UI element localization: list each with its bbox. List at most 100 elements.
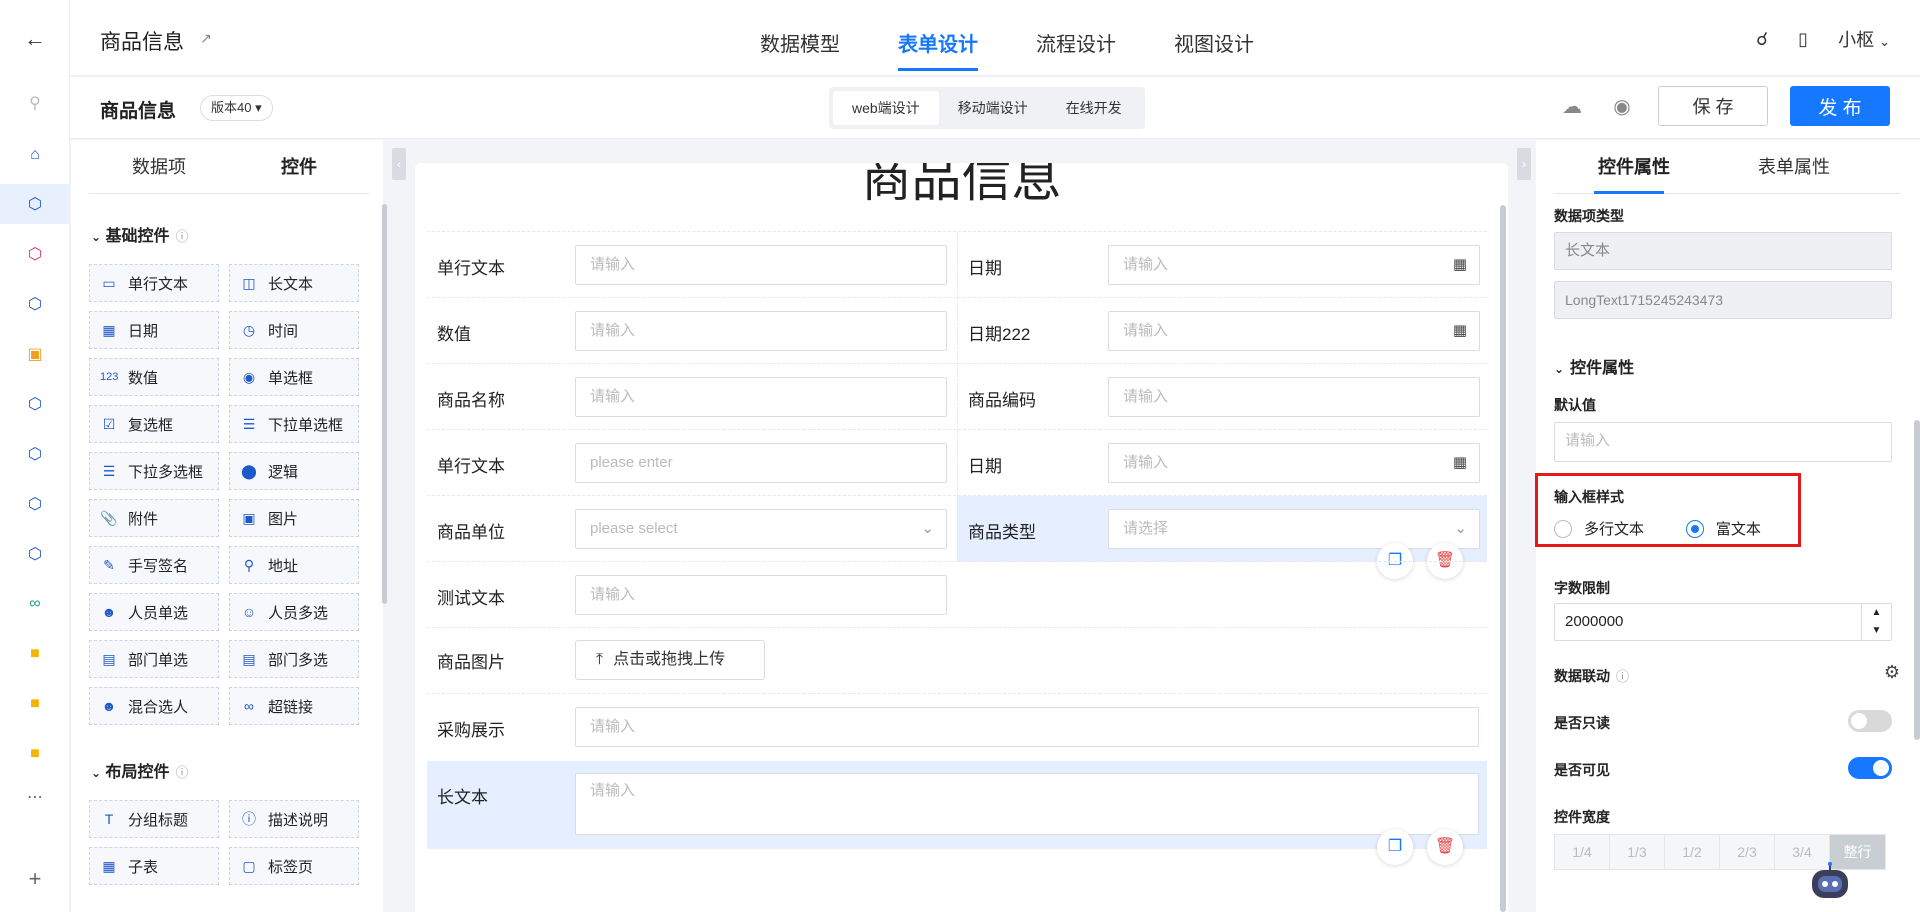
control-location[interactable]: ⚲ 地址	[229, 546, 359, 584]
user-menu[interactable]: 小枢 ⌄	[1838, 26, 1890, 52]
save-button[interactable]: 保 存	[1658, 86, 1768, 126]
add-icon[interactable]: +	[22, 866, 48, 892]
collapse-left-icon[interactable]: ‹	[392, 148, 406, 180]
version-select[interactable]: 版本40 ▾	[200, 95, 273, 121]
date-input[interactable]: 请输入 ▦	[1108, 311, 1480, 351]
field-input[interactable]: 请输入	[575, 311, 947, 351]
field-cell[interactable]: 日期 请输入 ▦	[957, 430, 1487, 496]
control-radio[interactable]: ◉ 单选框	[229, 358, 359, 396]
more-icon[interactable]: ⋯	[22, 784, 48, 810]
section-header[interactable]: ⌄ 控件属性	[1554, 354, 1634, 378]
tab-form-design[interactable]: 表单设计	[898, 0, 978, 76]
eye-icon[interactable]: ◉	[1608, 94, 1636, 119]
control-calendar[interactable]: ▦ 日期	[89, 311, 219, 349]
tab-form-props[interactable]: 表单属性	[1714, 140, 1874, 193]
field-cell[interactable]: 单行文本 请输入	[427, 232, 957, 298]
tab-data-items[interactable]: 数据项	[89, 140, 229, 193]
field-input[interactable]: 请输入	[575, 245, 947, 285]
control-tabs[interactable]: ▢ 标签页	[229, 847, 359, 885]
cube-icon[interactable]: ⬡	[22, 541, 48, 567]
decrement-icon[interactable]: ▼	[1862, 622, 1891, 640]
assistant-robot-icon[interactable]	[1808, 862, 1852, 902]
control-user-single[interactable]: ☻ 人员单选	[89, 593, 219, 631]
field-cell[interactable]: 商品名称 请输入	[427, 364, 957, 430]
control-image[interactable]: ▣ 图片	[229, 499, 359, 537]
left-panel-scrollbar[interactable]	[382, 204, 387, 604]
control-attachment[interactable]: 📎 附件	[89, 499, 219, 537]
canvas-scrollbar[interactable]	[1500, 205, 1506, 912]
width-option[interactable]: 1/2	[1665, 835, 1720, 869]
gear-icon[interactable]: ⚙	[1884, 662, 1900, 683]
control-table[interactable]: ▦ 子表	[89, 847, 219, 885]
tab-flow-design[interactable]: 流程设计	[1036, 0, 1116, 76]
back-arrow-icon[interactable]: ←	[22, 26, 48, 52]
control-link[interactable]: ∞ 超链接	[229, 687, 359, 725]
control-dept-single[interactable]: ▤ 部门单选	[89, 640, 219, 678]
field-cell[interactable]: 测试文本 请输入	[427, 562, 957, 628]
control-dropdown-multi[interactable]: ☰ 下拉多选框	[89, 452, 219, 490]
field-cell[interactable]: 日期222 请输入 ▦	[957, 298, 1487, 364]
date-input[interactable]: 请输入 ▦	[1108, 245, 1480, 285]
headset-icon[interactable]: ☌	[1756, 29, 1768, 50]
visible-toggle[interactable]	[1848, 757, 1892, 779]
layout-group-header[interactable]: ⌄ 布局控件 ⓘ	[91, 758, 189, 782]
cube-icon[interactable]: ⬡	[22, 391, 48, 417]
cube-icon[interactable]: ⬡	[22, 191, 48, 217]
width-option[interactable]: 2/3	[1720, 835, 1775, 869]
field-cell[interactable]: 单行文本 please enter	[427, 430, 957, 496]
control-signature[interactable]: ✎ 手写签名	[89, 546, 219, 584]
field-input[interactable]: 请输入	[575, 377, 947, 417]
field-input[interactable]: 请输入	[575, 707, 1479, 747]
default-value-input[interactable]: 请输入	[1554, 422, 1892, 462]
mode-online-dev[interactable]: 在线开发	[1047, 91, 1141, 125]
help-icon[interactable]: ⓘ	[176, 229, 189, 244]
upload-button[interactable]: ⤒ 点击或拖拽上传	[575, 640, 765, 680]
control-help[interactable]: ⓘ 描述说明	[229, 800, 359, 838]
mode-web[interactable]: web端设计	[833, 91, 939, 125]
cube-pink-icon[interactable]: ⬡	[22, 241, 48, 267]
textarea-input[interactable]: 请输入	[575, 773, 1479, 835]
basic-group-header[interactable]: ⌄ 基础控件 ⓘ	[91, 222, 189, 246]
control-dropdown-single[interactable]: ☰ 下拉单选框	[229, 405, 359, 443]
copy-field-button[interactable]: ❐	[1377, 829, 1413, 865]
cube-icon[interactable]: ⬡	[22, 291, 48, 317]
field-cell[interactable]: 商品图片 ⤒ 点击或拖拽上传	[427, 628, 1487, 694]
help-icon[interactable]: ⓘ	[176, 765, 189, 780]
control-user-multi[interactable]: ☺ 人员多选	[229, 593, 359, 631]
folder-icon[interactable]: ■	[22, 741, 48, 767]
folder-icon[interactable]: ■	[22, 691, 48, 717]
field-cell[interactable]: 采购展示 请输入	[427, 694, 1487, 760]
selected-field-cell[interactable]: 长文本 请输入	[427, 761, 1487, 849]
cloud-upload-icon[interactable]: ☁	[1558, 94, 1586, 119]
right-panel-scrollbar[interactable]	[1914, 420, 1920, 740]
field-cell[interactable]: 数值 请输入	[427, 298, 957, 364]
control-toggle[interactable]: ⬤ 逻辑	[229, 452, 359, 490]
field-input[interactable]: please enter	[575, 443, 947, 483]
search-icon[interactable]: ⚲	[22, 90, 48, 116]
control-textbox[interactable]: ▭ 单行文本	[89, 264, 219, 302]
home-icon[interactable]: ⌂	[22, 142, 48, 168]
control-textarea[interactable]: ◫ 长文本	[229, 264, 359, 302]
control-checkbox[interactable]: ☑ 复选框	[89, 405, 219, 443]
readonly-toggle[interactable]	[1848, 710, 1892, 732]
collapse-right-icon[interactable]: ›	[1517, 148, 1531, 180]
field-cell[interactable]: 商品编码 请输入	[957, 364, 1487, 430]
control-clock[interactable]: ◷ 时间	[229, 311, 359, 349]
folder-icon[interactable]: ■	[22, 641, 48, 667]
tab-view-design[interactable]: 视图设计	[1174, 0, 1254, 76]
delete-field-button[interactable]: 🗑	[1427, 829, 1463, 865]
external-link-icon[interactable]: ↗	[200, 30, 212, 47]
width-option[interactable]: 1/3	[1610, 835, 1665, 869]
date-input[interactable]: 请输入 ▦	[1108, 443, 1480, 483]
cube-icon[interactable]: ⬡	[22, 441, 48, 467]
control-group-title[interactable]: T 分组标题	[89, 800, 219, 838]
mode-mobile[interactable]: 移动端设计	[939, 91, 1047, 125]
increment-icon[interactable]: ▲	[1862, 604, 1891, 622]
field-input[interactable]: 请输入	[1108, 377, 1480, 417]
select-input[interactable]: please select ⌄	[575, 509, 947, 549]
field-input[interactable]: 请输入	[575, 575, 947, 615]
cube-icon[interactable]: ⬡	[22, 491, 48, 517]
field-cell[interactable]: 日期 请输入 ▦	[957, 232, 1487, 298]
help-icon[interactable]: ⓘ	[1616, 669, 1629, 684]
limit-input[interactable]: 2000000 ▲ ▼	[1554, 603, 1892, 641]
